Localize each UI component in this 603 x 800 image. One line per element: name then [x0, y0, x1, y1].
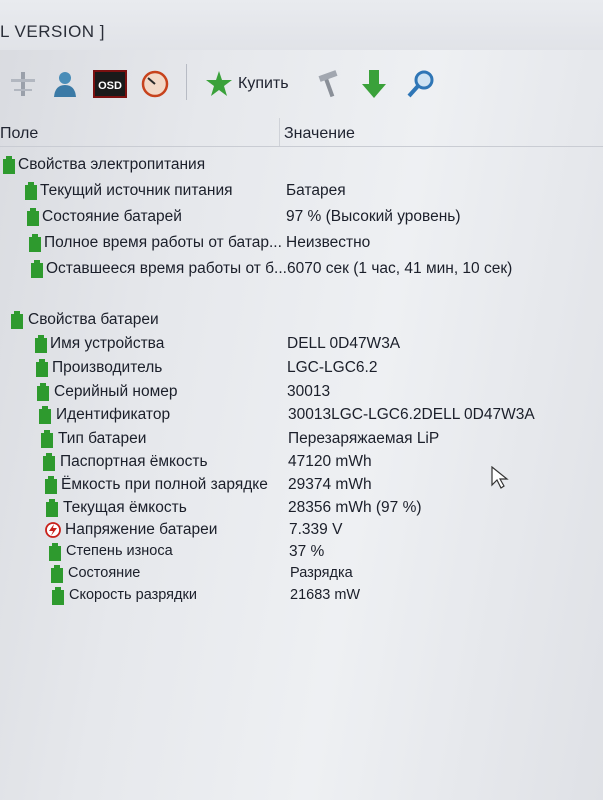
battery-icon	[43, 453, 55, 471]
row-name: Паспортная ёмкость	[60, 453, 208, 470]
row-value: 6070 сек (1 час, 41 мин, 10 сек)	[287, 260, 513, 277]
battery-icon	[49, 543, 61, 561]
row-value: 29374 mWh	[288, 476, 372, 493]
battery-section-header[interactable]: Свойства батареи	[0, 308, 603, 332]
battery-icon	[41, 430, 53, 448]
battery-icon	[31, 260, 43, 278]
row-value: 7.339 V	[289, 521, 343, 538]
row-name: Ёмкость при полной зарядке	[61, 476, 268, 493]
row-value: 47120 mWh	[288, 453, 372, 470]
power-section-header[interactable]: Свойства электропитания	[0, 153, 603, 177]
buy-star-icon	[206, 71, 232, 96]
buy-button-label: Купить	[238, 75, 289, 92]
table-row[interactable]: Имя устройства DELL 0D47W3A	[0, 332, 603, 356]
row-name: Состояние	[68, 565, 141, 581]
gauge-icon[interactable]	[138, 66, 172, 102]
row-value: 21683 mW	[290, 587, 361, 603]
battery-icon	[51, 565, 63, 583]
row-value: 28356 mWh (97 %)	[288, 499, 422, 516]
row-value: 37 %	[289, 543, 325, 560]
table-row[interactable]: Текущий источник питания Батарея	[0, 179, 603, 203]
battery-icon	[45, 476, 57, 494]
mouse-cursor-icon	[491, 466, 509, 489]
osd-icon[interactable]: OSD	[92, 66, 128, 102]
column-header: Поле Значение	[0, 118, 603, 147]
download-arrow-icon[interactable]	[358, 66, 390, 102]
table-row[interactable]: Текущая ёмкость 28356 mWh (97 %)	[0, 496, 603, 520]
battery-section-label: Свойства батареи	[28, 311, 159, 328]
table-row[interactable]: Ёмкость при полной зарядке 29374 mWh	[0, 473, 603, 497]
row-name: Полное время работы от батар...	[44, 234, 282, 251]
battery-icon	[52, 587, 64, 605]
battery-icon	[36, 359, 48, 377]
table-row[interactable]: Состояние Разрядка	[0, 562, 603, 586]
battery-icon	[37, 383, 49, 401]
row-name: Имя устройства	[50, 335, 165, 352]
row-name: Скорость разрядки	[69, 587, 197, 603]
row-name: Текущий источник питания	[40, 182, 233, 199]
battery-icon	[46, 499, 58, 517]
battery-icon	[11, 311, 23, 329]
column-field-header[interactable]: Поле	[0, 125, 38, 143]
title-bar: L VERSION ]	[0, 0, 603, 50]
row-name: Степень износа	[66, 543, 173, 559]
battery-icon	[35, 335, 47, 353]
table-row[interactable]: Напряжение батареи 7.339 V	[0, 518, 603, 542]
svg-text:OSD: OSD	[98, 80, 122, 92]
row-name: Идентификатор	[56, 406, 171, 423]
column-value-header[interactable]: Значение	[284, 125, 355, 143]
row-value: Перезаряжаемая LiP	[288, 430, 440, 447]
battery-icon	[29, 234, 41, 252]
table-row[interactable]: Скорость разрядки 21683 mW	[0, 584, 603, 608]
table-row[interactable]: Производитель LGC-LGC6.2	[0, 356, 603, 380]
row-value: 30013LGC-LGC6.2DELL 0D47W3A	[288, 406, 535, 423]
row-name: Серийный номер	[54, 383, 178, 400]
toolbar-separator	[186, 64, 187, 100]
power-section-label: Свойства электропитания	[18, 156, 206, 173]
table-row[interactable]: Идентификатор 30013LGC-LGC6.2DELL 0D47W3…	[0, 403, 603, 427]
network-icon[interactable]	[6, 66, 40, 102]
table-row[interactable]: Оставшееся время работы от б... 6070 сек…	[0, 257, 603, 281]
row-name: Тип батареи	[58, 430, 147, 447]
row-value: 97 % (Высокий уровень)	[286, 208, 461, 225]
row-name: Текущая ёмкость	[63, 499, 187, 516]
row-name: Состояние батарей	[42, 208, 182, 225]
buy-button[interactable]: Купить	[204, 66, 304, 102]
toolbar: OSD Купить	[0, 58, 603, 110]
table-row[interactable]: Паспортная ёмкость 47120 mWh	[0, 450, 603, 474]
window-title: L VERSION ]	[0, 22, 106, 41]
table-row[interactable]: Степень износа 37 %	[0, 540, 603, 564]
row-value: Неизвестно	[286, 234, 371, 251]
row-value: Разрядка	[290, 565, 353, 581]
row-value: Батарея	[286, 182, 346, 199]
column-divider[interactable]	[279, 118, 280, 146]
battery-icon	[3, 156, 15, 174]
row-value: 30013	[287, 383, 331, 400]
voltage-icon	[45, 522, 61, 538]
battery-icon	[25, 182, 37, 200]
battery-icon	[39, 406, 51, 424]
row-name: Напряжение батареи	[65, 521, 218, 538]
table-row[interactable]: Тип батареи Перезаряжаемая LiP	[0, 427, 603, 451]
row-value: DELL 0D47W3A	[287, 335, 401, 352]
table-row[interactable]: Серийный номер 30013	[0, 380, 603, 404]
search-icon[interactable]	[404, 66, 438, 102]
user-icon[interactable]	[48, 66, 82, 102]
tools-icon[interactable]	[314, 66, 344, 102]
table-row[interactable]: Состояние батарей 97 % (Высокий уровень)	[0, 205, 603, 229]
battery-icon	[27, 208, 39, 226]
row-value: LGC-LGC6.2	[287, 359, 378, 376]
row-name: Оставшееся время работы от б...	[46, 260, 287, 277]
row-name: Производитель	[52, 359, 163, 376]
table-row[interactable]: Полное время работы от батар... Неизвест…	[0, 231, 603, 255]
